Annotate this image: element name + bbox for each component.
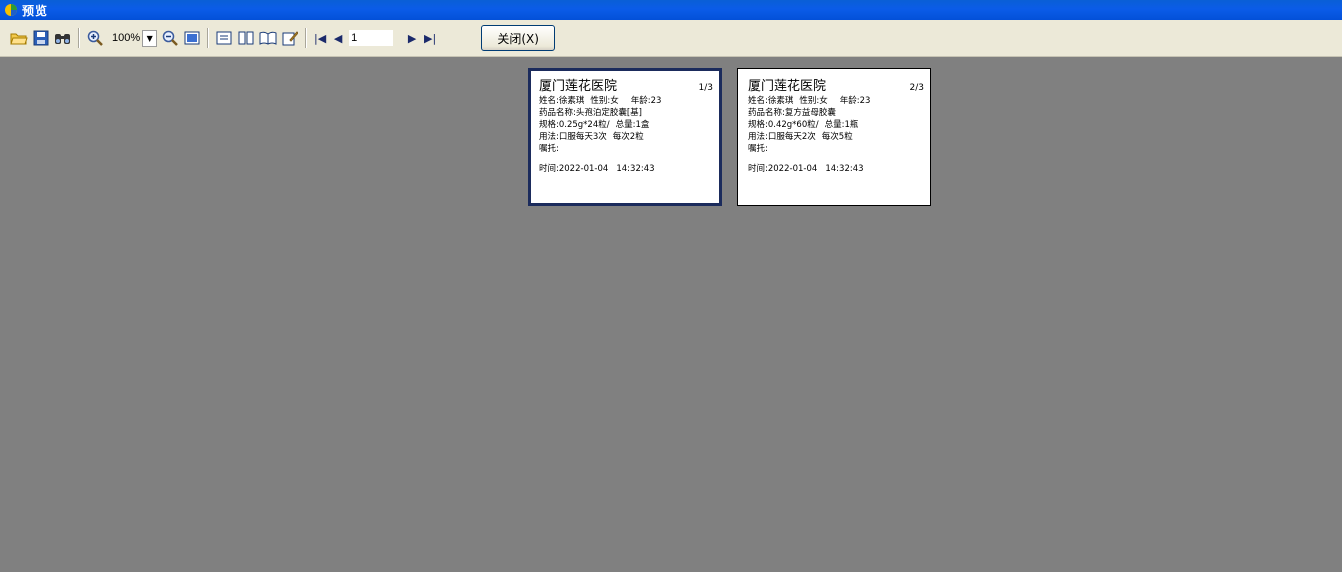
print-time: 时间:2022-01-04 14:32:43 <box>748 164 864 174</box>
save-icon[interactable] <box>31 28 51 48</box>
two-page-icon[interactable] <box>236 28 256 48</box>
drug-name: 药品名称:复方益母胶囊 <box>748 108 836 118</box>
first-page-icon[interactable]: |◀ <box>311 32 329 45</box>
close-button[interactable]: 关闭(X) <box>481 25 556 51</box>
open-folder-icon[interactable] <box>9 28 29 48</box>
patient-gender: 性别:女 <box>590 96 619 106</box>
patient-name: 姓名:徐素琪 <box>748 96 794 106</box>
edit-icon[interactable] <box>280 28 300 48</box>
patient-name: 姓名:徐素琪 <box>539 96 585 106</box>
drug-name: 药品名称:头孢泊定胶囊[基] <box>539 108 642 118</box>
full-page-icon[interactable] <box>182 28 202 48</box>
drug-note: 嘱托: <box>539 144 559 154</box>
hospital-name: 厦门莲花医院 <box>539 79 618 94</box>
toolbar-separator <box>207 28 210 48</box>
page-counter: 2/3 <box>909 83 924 93</box>
open-book-icon[interactable] <box>258 28 278 48</box>
print-time: 时间:2022-01-04 14:32:43 <box>539 164 655 174</box>
hospital-name: 厦门莲花医院 <box>748 79 827 94</box>
patient-gender: 性别:女 <box>799 96 828 106</box>
drug-dose: 每次5粒 <box>821 132 853 142</box>
drug-usage: 用法:口服每天3次 <box>539 132 607 142</box>
zoom-value: 100% <box>112 32 141 44</box>
last-page-icon[interactable]: ▶| <box>421 32 439 45</box>
one-page-icon[interactable] <box>214 28 234 48</box>
zoom-in-icon[interactable] <box>85 28 105 48</box>
drug-total: 总量:1盒 <box>615 120 650 130</box>
toolbar-separator <box>305 28 308 48</box>
prev-page-icon[interactable]: ◀ <box>329 32 347 45</box>
zoom-out-icon[interactable] <box>160 28 180 48</box>
window-title: 预览 <box>22 3 49 18</box>
drug-note: 嘱托: <box>748 144 768 154</box>
chevron-down-icon[interactable]: ▼ <box>142 29 158 47</box>
preview-page-1[interactable]: 厦门莲花医院 1/3 姓名:徐素琪 性别:女 年龄:23 药品名称:头孢泊定胶囊… <box>528 68 722 206</box>
drug-spec: 规格:0.25g*24粒/ <box>539 120 610 130</box>
page-counter: 1/3 <box>698 83 713 93</box>
toolbar-separator <box>78 28 80 48</box>
patient-age: 年龄:23 <box>839 96 871 106</box>
preview-toolbar: 100% ▼ |◀ ◀ ▶ ▶| 关闭(X) <box>0 20 1342 57</box>
next-page-icon[interactable]: ▶ <box>403 32 421 45</box>
patient-age: 年龄:23 <box>630 96 662 106</box>
page-number-input[interactable] <box>349 30 394 46</box>
find-icon[interactable] <box>53 28 73 48</box>
app-logo-icon <box>4 3 18 17</box>
drug-spec: 规格:0.42g*60粒/ <box>748 120 819 130</box>
zoom-select[interactable]: 100% ▼ <box>112 28 158 48</box>
drug-usage: 用法:口服每天2次 <box>748 132 816 142</box>
drug-total: 总量:1瓶 <box>824 120 859 130</box>
preview-page-2[interactable]: 厦门莲花医院 2/3 姓名:徐素琪 性别:女 年龄:23 药品名称:复方益母胶囊… <box>737 68 931 206</box>
drug-dose: 每次2粒 <box>612 132 644 142</box>
window-titlebar: 预览 <box>0 0 1342 20</box>
